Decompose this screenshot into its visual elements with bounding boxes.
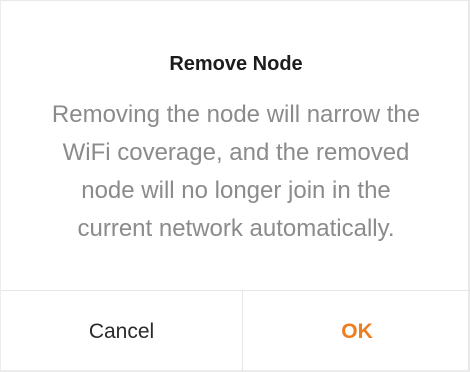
ok-button[interactable]: OK — [243, 291, 470, 371]
dialog-message-line: node will no longer join in the — [81, 177, 391, 204]
remove-node-dialog: Remove Node Removing the node will narro… — [0, 0, 470, 372]
cancel-button[interactable]: Cancel — [1, 291, 242, 371]
dialog-message-line: current network automatically. — [77, 215, 395, 242]
dialog-message: Removing the node will narrow the WiFi c… — [31, 96, 441, 248]
dialog-title: Remove Node — [169, 53, 303, 75]
dialog-message-line: WiFi coverage, and the removed — [62, 139, 410, 166]
dialog-message-line: Removing the node will narrow the — [51, 101, 421, 128]
